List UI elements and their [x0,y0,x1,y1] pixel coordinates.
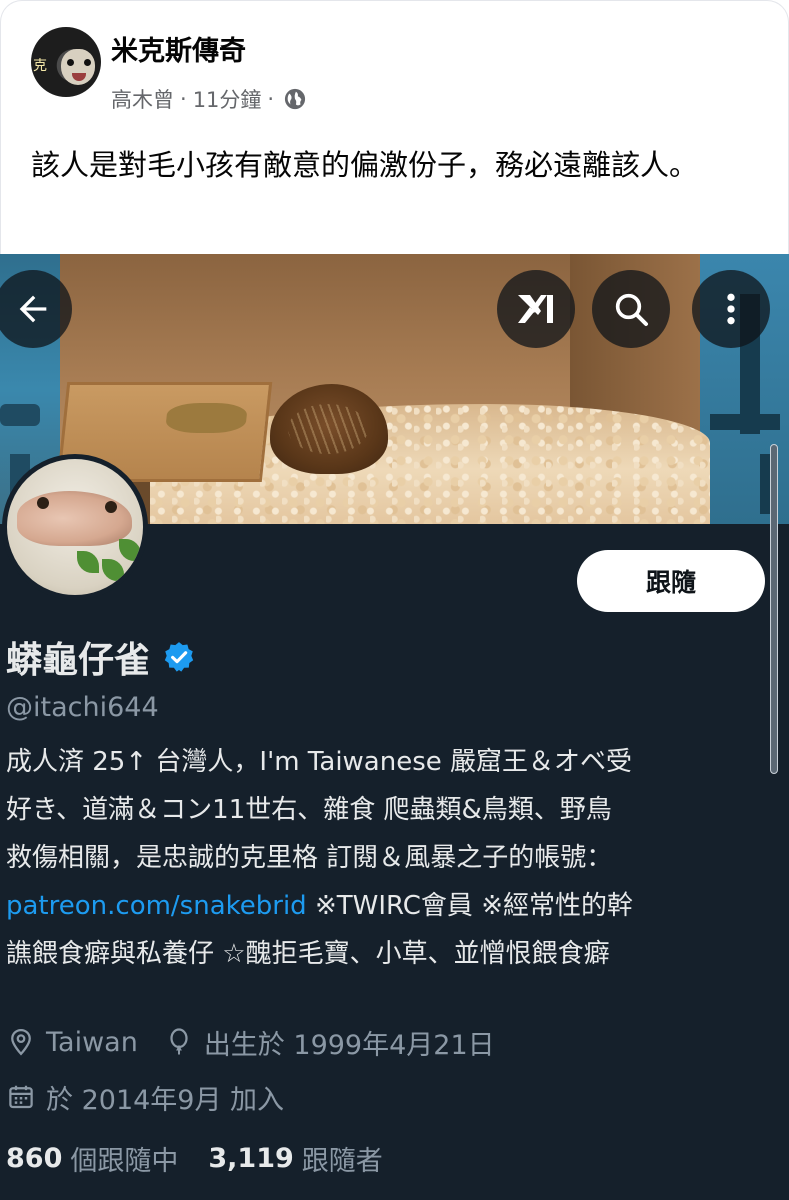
post-text: 該人是對毛小孩有敵意的偏激份子，務必遠離該人。 [31,148,699,182]
followers-link[interactable]: 3,119 跟隨者 [208,1139,382,1178]
patreon-link[interactable]: patreon.com/snakebrid [6,891,307,921]
joined-row: 於 2014年9月 加入 [6,1077,284,1117]
gecko-image [17,491,132,546]
calendar-icon [9,1085,33,1109]
twitter-profile-screenshot: 跟隨 蟒龜仔雀 @itachi644 成人済 25↑ 台灣人，I'm Taiwa… [0,254,789,1200]
following-count: 860 [6,1142,63,1174]
search-button[interactable] [592,270,670,348]
arrow-left-icon [19,295,47,323]
follow-button[interactable]: 跟隨 [577,550,765,612]
balloon-icon [170,1028,188,1055]
display-name-text: 蟒龜仔雀 [6,640,151,681]
scrollbar[interactable] [770,444,778,774]
profile-bio: 成人済 25↑ 台灣人，I'm Taiwanese 嚴窟王＆オベ受 好き、道滿＆… [6,738,766,978]
bio-line: patreon.com/snakebrid ※TWIRC會員 ※經常性的幹 [6,882,766,930]
location-item: Taiwan [6,1027,138,1058]
meta-separator: · [267,87,275,111]
profile-avatar[interactable] [2,454,148,600]
profile-meta-row: Taiwan 出生於 1999年4月21日 [6,1022,521,1062]
page-avatar[interactable]: 克 [31,27,101,97]
leaf-image [102,559,124,581]
avatar-decoration: 克 [33,58,47,74]
leaf-image [77,551,99,573]
following-link[interactable]: 860 個跟隨中 [6,1139,178,1178]
followers-count: 3,119 [208,1142,294,1174]
facebook-post-card: 克 米克斯傳奇 高木曾 · 11分鐘 · 該人是對毛小孩有敵意的偏激份子，務必遠… [0,0,789,256]
birthday-text: 出生於 1999年4月21日 [203,1029,495,1061]
birthday-item: 出生於 1999年4月21日 [164,1023,495,1062]
post-time[interactable]: 11分鐘 [193,84,262,114]
post-meta: 高木曾 · 11分鐘 · [111,85,306,113]
bio-line: 好き、道滿＆コン11世右、雜食 爬蟲類&鳥類、野鳥 [6,795,612,825]
grok-icon [518,295,553,323]
post-author[interactable]: 高木曾 [111,84,174,114]
search-icon [615,293,648,326]
gecko-eye [105,501,117,513]
location-pin-icon [11,1028,31,1056]
bio-line: 譙餵食癖與私養仔 ☆醜拒毛寶、小草、並憎恨餵食癖 [6,939,610,969]
leaf-image [119,539,141,561]
bio-line: 成人済 25↑ 台灣人，I'm Taiwanese 嚴窟王＆オベ受 [6,747,633,777]
display-name: 蟒龜仔雀 [6,632,196,682]
location-text: Taiwan [46,1026,138,1058]
meta-separator: · [180,87,187,111]
globe-icon[interactable] [284,88,306,110]
follow-counts: 860 個跟隨中 3,119 跟隨者 [6,1138,413,1178]
gecko-eye [37,497,49,509]
bio-line: 救傷相關，是忠誠的克里格 訂閱＆風暴之子的帳號： [6,843,613,873]
following-label: 個跟隨中 [70,1145,179,1177]
verified-badge-icon[interactable] [162,640,196,674]
more-vertical-icon [727,293,735,325]
joined-text: 於 2014年9月 加入 [46,1084,285,1116]
more-button[interactable] [692,270,770,348]
bio-text: ※TWIRC會員 ※經常性的幹 [306,891,633,921]
profile-handle: @itachi644 [6,692,159,723]
grok-button[interactable] [497,270,575,348]
page-name[interactable]: 米克斯傳奇 [111,29,246,68]
dog-eye [84,59,91,66]
followers-label: 跟隨者 [301,1145,383,1177]
dog-eye [67,59,74,66]
